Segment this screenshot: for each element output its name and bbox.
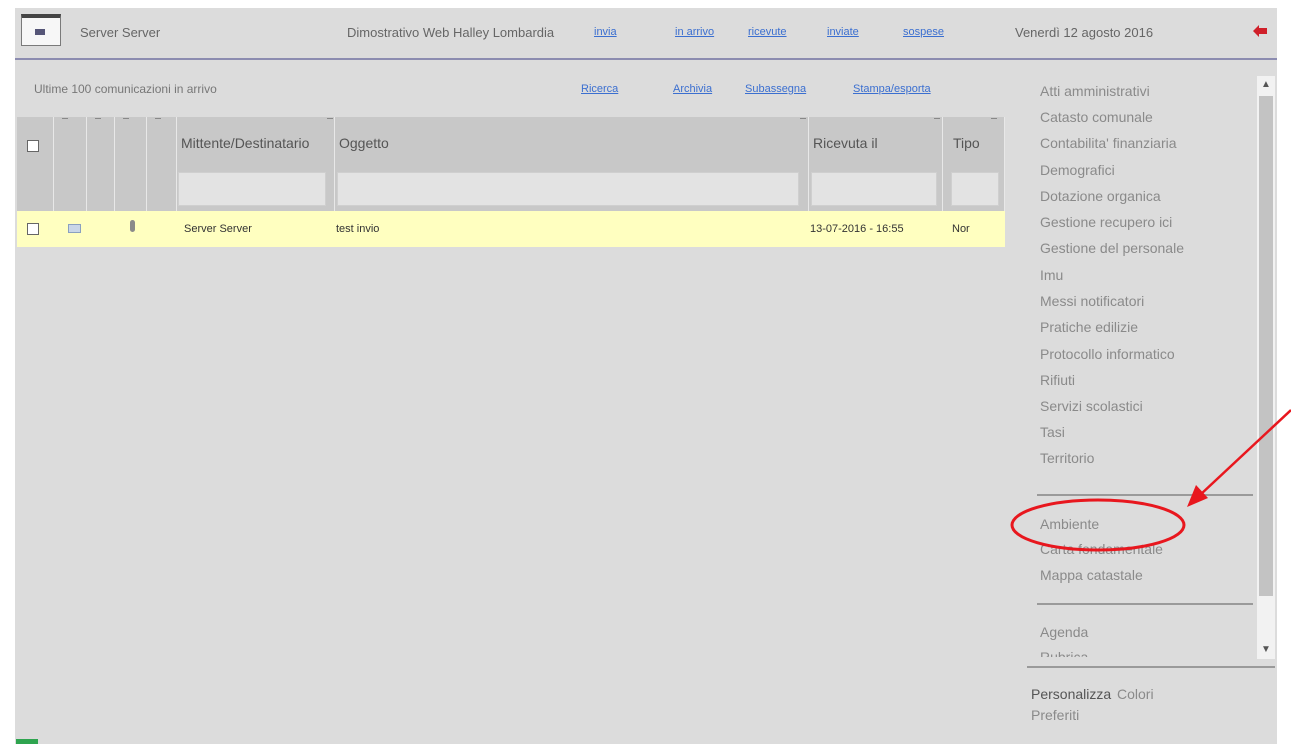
sidebar-item-imu[interactable]: Imu [1040,267,1063,283]
sidebar-item-servizi-scolastici[interactable]: Servizi scolastici [1040,398,1143,414]
scroll-thumb[interactable] [1259,96,1273,596]
row-subject: test invio [336,223,380,235]
action-ricerca[interactable]: Ricerca [581,83,618,95]
envelope-icon [68,224,81,233]
sidebar-clipped-area: Rubrica [1027,649,1255,657]
status-indicator [16,739,38,744]
action-subassegna[interactable]: Subassegna [745,83,806,95]
colors-link[interactable]: Colori [1117,686,1154,702]
sidebar-divider [1037,603,1253,605]
organization-name: Dimostrativo Web Halley Lombardia [347,25,555,40]
sidebar-item-pratiche-edilizie[interactable]: Pratiche edilizie [1040,319,1138,335]
top-bar: Server Server Dimostrativo Web Halley Lo… [15,8,1277,60]
header-icon-col[interactable] [87,117,115,211]
link-sospese[interactable]: sospese [903,26,944,38]
sidebar-item-territorio[interactable]: Territorio [1040,450,1094,466]
sidebar-item-atti-amministrativi[interactable]: Atti amministrativi [1040,83,1150,99]
sidebar-item-messi-notificatori[interactable]: Messi notificatori [1040,293,1144,309]
sidebar-divider [1037,494,1253,496]
header-icon-col[interactable] [147,117,177,211]
filter-subject-input[interactable] [337,172,799,206]
scroll-up-icon[interactable]: ▲ [1257,76,1275,94]
sidebar-item-carta-fondamentale[interactable]: Carta fondamentale [1040,541,1163,557]
sidebar-item-rifiuti[interactable]: Rifiuti [1040,372,1075,388]
sidebar-item-ambiente[interactable]: Ambiente [1040,516,1099,532]
row-received: 13-07-2016 - 16:55 [810,223,904,235]
sidebar-item-contabilita-finanziaria[interactable]: Contabilita' finanziaria [1040,135,1177,151]
app-window-icon[interactable] [21,14,61,46]
sidebar-item-demografici[interactable]: Demografici [1040,162,1115,178]
favorites-link[interactable]: Preferiti [1031,707,1079,723]
column-sender-label: Mittente/Destinatario [181,135,310,151]
row-type: Nor [952,223,970,235]
sidebar-item-rubrica[interactable]: Rubrica [1040,649,1088,657]
filter-type-input[interactable] [951,172,999,206]
sidebar-item-protocollo-informatico[interactable]: Protocollo informatico [1040,346,1175,362]
filter-received-input[interactable] [811,172,937,206]
link-in-arrivo[interactable]: in arrivo [675,26,714,38]
link-invia[interactable]: invia [594,26,617,38]
sidebar-item-agenda[interactable]: Agenda [1040,624,1088,640]
table-row[interactable]: Server Server test invio 13-07-2016 - 16… [17,211,1005,247]
action-stampa-esporta[interactable]: Stampa/esporta [853,83,931,95]
exit-icon[interactable] [1253,25,1267,37]
action-archivia[interactable]: Archivia [673,83,712,95]
header-select-all [17,117,54,211]
filter-sender-input[interactable] [178,172,326,206]
scroll-down-icon[interactable]: ▼ [1257,641,1275,659]
row-checkbox[interactable] [27,223,39,235]
sidebar-item-gestione-recupero-ici[interactable]: Gestione recupero ici [1040,214,1172,230]
current-user: Server Server [80,25,161,40]
column-received-label: Ricevuta il [813,135,878,151]
sidebar-bottom-divider [1027,666,1275,668]
sidebar-item-dotazione-organica[interactable]: Dotazione organica [1040,188,1161,204]
sidebar-item-mappa-catastale[interactable]: Mappa catastale [1040,567,1143,583]
column-type-label: Tipo [953,135,980,151]
attachment-icon [130,220,135,232]
personalize-label: Personalizza [1031,686,1112,702]
link-ricevute[interactable]: ricevute [748,26,787,38]
current-date: Venerdì 12 agosto 2016 [1015,25,1154,40]
row-sender: Server Server [184,223,252,235]
select-all-checkbox[interactable] [27,140,39,152]
sidebar-item-gestione-personale[interactable]: Gestione del personale [1040,240,1184,256]
sidebar-item-catasto-comunale[interactable]: Catasto comunale [1040,109,1153,125]
link-inviate[interactable]: inviate [827,26,859,38]
column-subject-label: Oggetto [339,135,389,151]
table-header: Mittente/Destinatario Oggetto Ricevuta i… [17,117,1005,211]
header-icon-col[interactable] [54,117,87,211]
list-title: Ultime 100 comunicazioni in arrivo [34,82,217,96]
header-icon-col[interactable] [115,117,147,211]
sidebar-scrollbar[interactable]: ▲ ▼ [1257,76,1275,659]
sidebar-item-tasi[interactable]: Tasi [1040,424,1065,440]
